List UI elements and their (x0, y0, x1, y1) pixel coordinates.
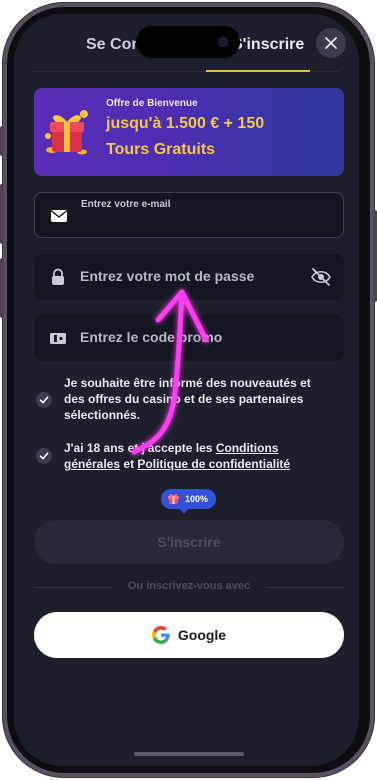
ticket-icon (50, 333, 66, 344)
completion-percent: 100% (185, 494, 209, 504)
terms-checkbox[interactable] (36, 448, 52, 464)
terms-consent-text: J'ai 18 ans et j'accepte les Conditions … (64, 440, 334, 472)
promo-code-placeholder: Entrez le code promo (80, 329, 223, 345)
email-field[interactable]: Entrez votre e-mail (34, 192, 344, 238)
password-field[interactable]: Entrez votre mot de passe (34, 254, 344, 300)
phone-action-button (0, 126, 4, 156)
close-button[interactable] (316, 28, 346, 58)
envelope-icon (51, 210, 67, 222)
welcome-offer-banner[interactable]: Offre de Bienvenue jusqu'à 1.500 € + 150… (34, 88, 344, 176)
password-placeholder: Entrez votre mot de passe (80, 268, 255, 284)
active-tab-indicator (206, 70, 310, 72)
checkmark-icon (39, 452, 49, 460)
google-button-label: Google (177, 627, 227, 643)
alt-signup-text: Ou inscrivez-vous avec (127, 580, 251, 592)
tab-register[interactable]: S'inscrire (232, 36, 304, 54)
home-indicator (134, 752, 244, 756)
offer-subtitle: Offre de Bienvenue (106, 98, 198, 109)
close-icon (325, 37, 337, 49)
offer-headline-2: Tours Gratuits (106, 141, 216, 158)
privacy-link[interactable]: Politique de confidentialité (137, 457, 290, 471)
completion-badge: 100% (161, 489, 217, 514)
newsletter-checkbox[interactable] (36, 392, 52, 408)
app-screen: Se Connecter S'inscrire Offre de Bienven… (14, 14, 359, 766)
dynamic-island (136, 26, 240, 58)
terms-middle: et (123, 457, 135, 471)
checkmark-icon (39, 396, 49, 404)
alt-signup-divider: Ou inscrivez-vous avec (34, 580, 344, 594)
phone-power-button (373, 210, 377, 302)
eye-off-icon[interactable] (310, 266, 332, 288)
gift-icon (168, 494, 179, 504)
register-button[interactable]: S'inscrire (34, 520, 344, 564)
phone-volume-up (0, 184, 4, 244)
camera-icon (218, 37, 228, 47)
google-signup-button[interactable]: Google (34, 612, 344, 658)
promo-code-field[interactable]: Entrez le code promo (34, 315, 344, 361)
offer-headline: jusqu'à 1.500 € + 150 (106, 115, 265, 132)
divider-line-right (266, 587, 344, 588)
google-icon (151, 626, 170, 644)
newsletter-consent-text: Je souhaite être informé des nouveautés … (64, 376, 311, 422)
email-field-label: Entrez votre e-mail (81, 199, 171, 210)
terms-prefix: J'ai 18 ans et j'accepte les (64, 441, 213, 455)
phone-volume-down (0, 258, 4, 318)
lock-icon (52, 268, 64, 285)
gift-icon (45, 110, 88, 155)
